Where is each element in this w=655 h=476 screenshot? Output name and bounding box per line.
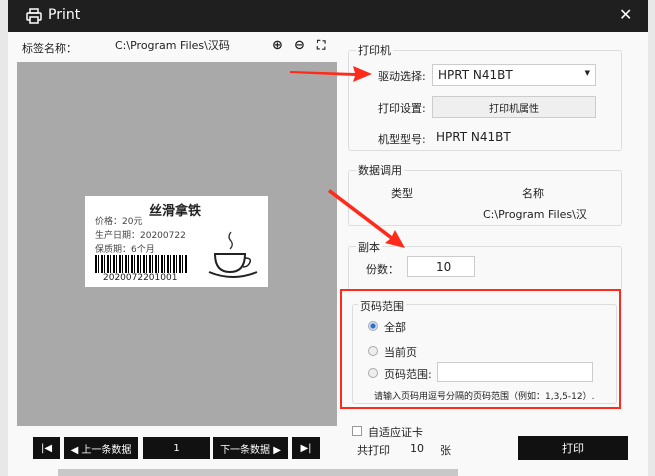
annotation-arrow-copies (328, 189, 405, 248)
adaptive-card-checkbox[interactable] (352, 426, 362, 436)
total-print-unit: 张 (440, 444, 451, 457)
annotation-arrows (290, 66, 405, 248)
total-print-label: 共打印 (357, 444, 390, 457)
annotation-arrow-driver (290, 66, 372, 82)
adaptive-card-label[interactable]: 自适应证卡 (368, 424, 423, 440)
total-print-value: 10 (410, 442, 424, 455)
print-button[interactable]: 打印 (518, 436, 628, 460)
